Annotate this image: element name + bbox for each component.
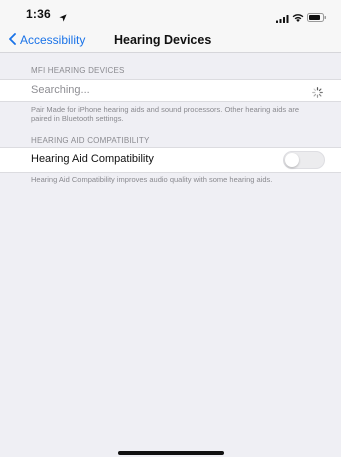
hearing-devices-screen: 1:36 Accessibility Hearing Devices MFI H…	[0, 0, 341, 457]
hearing-aid-compatibility-toggle[interactable]	[283, 151, 325, 169]
hac-section-footer: Hearing Aid Compatibility improves audio…	[31, 175, 273, 184]
battery-icon	[307, 9, 327, 27]
back-button[interactable]: Accessibility	[9, 28, 85, 52]
wifi-icon	[292, 9, 304, 27]
back-button-label: Accessibility	[20, 33, 86, 47]
loading-spinner-icon	[312, 85, 323, 103]
searching-status: Searching...	[31, 84, 90, 96]
status-time: 1:36	[26, 7, 51, 21]
location-arrow-icon	[59, 9, 67, 27]
searching-row: Searching...	[0, 79, 341, 102]
navigation-bar: Accessibility Hearing Devices	[0, 28, 341, 53]
hearing-aid-compatibility-label: Hearing Aid Compatibility	[31, 153, 154, 165]
mfi-section-footer: Pair Made for iPhone hearing aids and so…	[31, 105, 300, 123]
home-indicator[interactable]	[118, 451, 224, 455]
cellular-signal-icon	[276, 10, 289, 28]
status-bar: 1:36	[0, 0, 341, 28]
section-header-hac: HEARING AID COMPATIBILITY	[31, 136, 150, 145]
chevron-left-icon	[9, 32, 16, 48]
hearing-aid-compatibility-row: Hearing Aid Compatibility	[0, 147, 341, 173]
page-title: Hearing Devices	[114, 33, 212, 47]
section-header-mfi: MFI HEARING DEVICES	[31, 66, 125, 75]
toggle-knob	[285, 153, 299, 167]
